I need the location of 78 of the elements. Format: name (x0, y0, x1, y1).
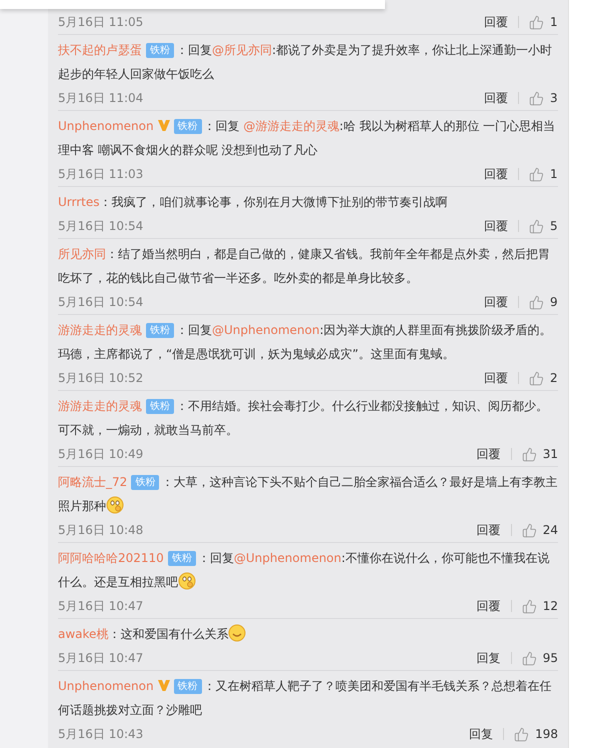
comment-text: 阿略流士_72 铁粉 ：大草，这种言论下头不贴个自己二胎全家福合适么？最好是墙上有李教主照片那种 (58, 474, 558, 516)
like-count: 9 (550, 295, 558, 309)
comment-text: 扶不起的卢瑟蛋 铁粉 ：回复@所见亦同:都说了外卖是为了提升效率，你让北上深通勤一小时起步的年轻人回家做午饭吃么 (58, 42, 554, 83)
mention-link[interactable]: @Unphenomenon (212, 323, 320, 337)
thumbs-up-icon[interactable] (522, 522, 537, 538)
comment-date: 5月16日 10:49 (58, 446, 144, 462)
user-name-link[interactable]: Unphenomenon (58, 679, 154, 693)
like-count: 5 (550, 219, 558, 233)
like-count: 24 (542, 523, 558, 537)
user-name-link[interactable]: 游游走走的灵魂 (58, 323, 142, 337)
comment-date: 5月16日 10:54 (58, 294, 144, 310)
reply-link[interactable]: 回复 (469, 726, 494, 742)
comment-date: 5月16日 10:54 (58, 218, 144, 234)
like-count: 1 (550, 15, 558, 29)
fan-badge: 铁粉 (168, 551, 196, 566)
user-name-link[interactable]: 阿略流士_72 (58, 475, 128, 489)
fan-badge: 铁粉 (146, 399, 174, 414)
emoji-icon (106, 496, 124, 514)
thumbs-up-icon[interactable] (529, 90, 544, 106)
comment-date: 5月16日 11:04 (58, 90, 144, 106)
thumbs-up-icon[interactable] (529, 166, 544, 182)
user-name-link[interactable]: 阿阿哈哈哈202110 (58, 551, 164, 565)
reply-link[interactable]: 回覆 (476, 522, 501, 538)
emoji-icon (228, 624, 246, 642)
thumbs-up-icon[interactable] (529, 294, 544, 310)
reply-link[interactable]: 回覆 (484, 14, 508, 30)
emoji-icon (178, 572, 196, 590)
reply-link[interactable]: 回覆 (484, 166, 508, 182)
thumbs-up-icon[interactable] (522, 650, 537, 666)
thumbs-up-icon[interactable] (522, 446, 537, 462)
fan-badge: 铁粉 (146, 323, 174, 338)
mention-link[interactable]: @Unphenomenon (234, 551, 342, 565)
comment-date: 5月16日 10:43 (58, 726, 144, 742)
thumbs-up-icon[interactable] (529, 370, 544, 386)
comment-date: 5月16日 11:03 (58, 166, 144, 182)
comment-text: Unphenomenon 铁粉 ：回复 @游游走走的灵魂:哈 我以为树稻草人的那位 一门心思相当理中客 嘲讽不食烟火的群众呢 没想到也动了凡心 (58, 118, 556, 159)
like-count: 2 (550, 371, 558, 385)
fan-badge: 铁粉 (131, 475, 160, 490)
fan-badge: 铁粉 (174, 679, 202, 694)
comment-date: 5月16日 10:47 (58, 650, 144, 666)
like-count: 95 (542, 651, 558, 665)
mention-link[interactable]: @游游走走的灵魂 (243, 119, 340, 133)
like-count: 198 (535, 727, 558, 741)
thumbs-up-icon[interactable] (514, 726, 530, 742)
reply-link[interactable]: 回复 (476, 650, 501, 666)
reply-link[interactable]: 回覆 (484, 90, 508, 106)
mention-link[interactable]: @所见亦同 (212, 43, 272, 57)
comment-text: awake桃：这和爱国有什么关系 (58, 622, 558, 646)
reply-link[interactable]: 回覆 (484, 294, 508, 310)
user-name-link[interactable]: awake桃 (58, 627, 108, 641)
user-name-link[interactable]: 游游走走的灵魂 (58, 399, 142, 413)
comment-date: 5月16日 11:05 (58, 14, 144, 30)
user-name-link[interactable]: 扶不起的卢瑟蛋 (58, 43, 142, 57)
comment-text: 游游走走的灵魂 铁粉 ：回复@Unphenomenon:因为举大旗的人群里面有挑拨阶级矛盾的。玛德，主席都说了，“僧是愚氓犹可训，妖为鬼蜮必成灾”。这里面有鬼蜮。 (58, 322, 553, 363)
like-count: 3 (550, 91, 558, 105)
like-count: 31 (542, 447, 558, 461)
thumbs-up-icon[interactable] (522, 598, 537, 614)
comment-text: 游游走走的灵魂 铁粉 ：不用结婚。挨社会毒打少。什么行业都没接触过，知识、阅历都少。可不就，一煽动，就敢当马前卒。 (58, 398, 549, 439)
comment-text: Unphenomenon 铁粉 ：又在树稻草人靶子了？喷美团和爱国有半毛钱关系？总想着在任何话题挑拨对立面？沙雕吧 (58, 678, 553, 719)
reply-link[interactable]: 回覆 (484, 218, 508, 234)
comment-date: 5月16日 10:47 (58, 598, 144, 614)
comment-date: 5月16日 10:52 (58, 370, 144, 386)
thumbs-up-icon[interactable] (529, 218, 544, 234)
fan-badge: 铁粉 (174, 119, 202, 134)
user-name-link[interactable]: Unphenomenon (58, 119, 154, 133)
user-name-link[interactable]: Urrrtes (58, 195, 100, 209)
like-count: 12 (542, 599, 558, 613)
comment-date: 5月16日 10:48 (58, 522, 144, 538)
reply-link[interactable]: 回覆 (476, 598, 501, 614)
reply-link[interactable]: 回覆 (476, 446, 501, 462)
comment-text: 所见亦同：结了婚当然明白，都是自己做的，健康又省钱。我前年全年都是点外卖，然后把胃吃坏了，花的钱比自己做节省一半还多。吃外卖的都是单身比较多。 (58, 246, 551, 287)
reply-link[interactable]: 回覆 (484, 370, 508, 386)
comment-text: Urrrtes：我疯了，咱们就事论事，你别在月大微博下扯别的带节奏引战啊 (58, 194, 449, 211)
thumbs-up-icon[interactable] (529, 14, 544, 30)
comment-text: 阿阿哈哈哈202110 铁粉 ：回复@Unphenomenon:不懂你在说什么，你可能也不懂我在说什么。还是互相拉黑吧 (58, 550, 550, 592)
fan-badge: 铁粉 (146, 43, 174, 58)
like-count: 1 (550, 167, 558, 181)
user-name-link[interactable]: 所见亦同 (58, 247, 106, 261)
